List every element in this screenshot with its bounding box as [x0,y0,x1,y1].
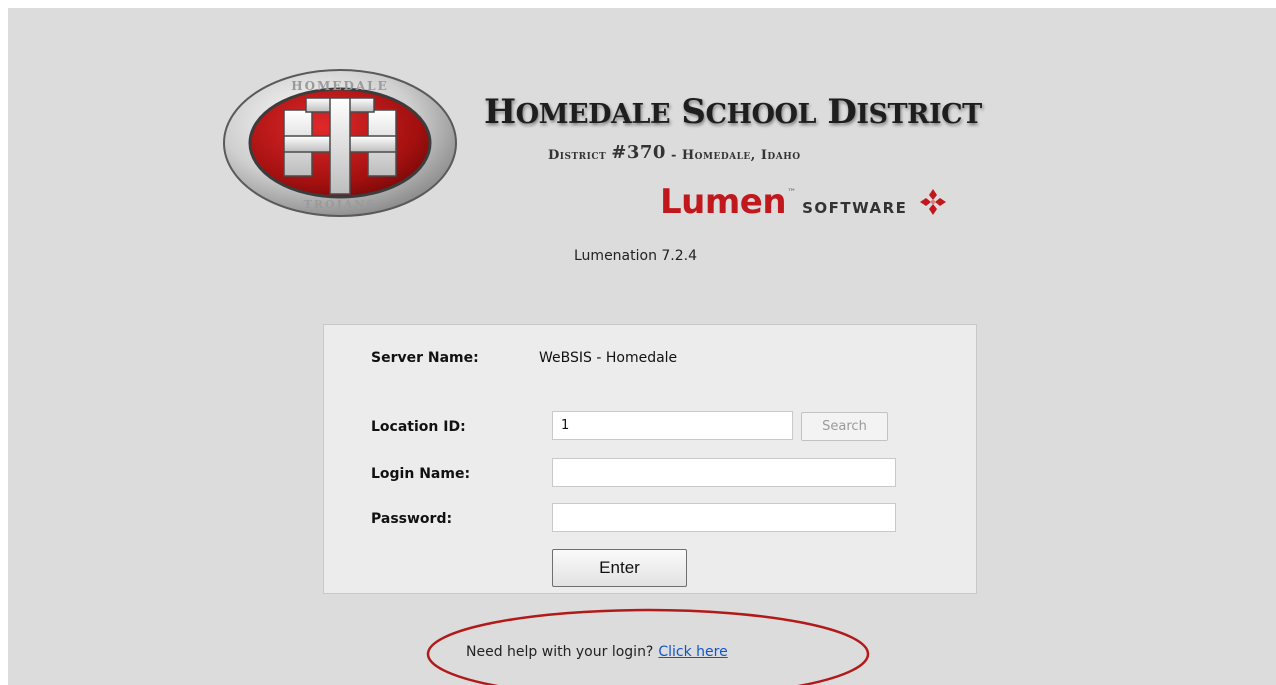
login-help-link[interactable]: Click here [658,644,727,660]
login-name-label: Login Name: [371,466,471,482]
location-id-label: Location ID: [371,419,466,435]
homedale-trojans-logo: HOMEDALE TROJANS [223,69,457,217]
district-title: HOMEDALE SCHOOL DISTRICT [484,92,982,132]
version-label: Lumenation 7.2.4 [574,248,698,264]
server-name-label: Server Name: [371,350,479,366]
logo-top-text: HOMEDALE [291,79,389,93]
login-panel: Server Name: WeBSIS - Homedale Location … [323,324,977,594]
page-background: HOMEDALE TROJANS HOMEDALE SCHOOL DISTRIC… [8,8,1276,685]
login-name-input[interactable] [552,458,896,487]
password-input[interactable] [552,503,896,532]
software-wordmark: SOFTWARE [802,199,908,217]
district-subtitle: District #370 - Homedale, Idaho [548,142,801,163]
trademark-symbol: ™ [787,188,797,198]
logo-bottom-text: TROJANS [304,198,377,211]
lumen-wordmark: Lumen [660,182,787,222]
login-help-text: Need help with your login? [466,644,654,660]
search-button[interactable]: Search [801,412,888,441]
password-label: Password: [371,511,453,527]
lumen-diamond-icon [920,189,947,215]
location-id-input[interactable]: 1 [552,411,793,440]
lumen-software-logo: Lumen™ SOFTWARE [660,182,948,226]
enter-button[interactable]: Enter [552,549,687,587]
district-header: HOMEDALE SCHOOL DISTRICT District #370 -… [484,92,1084,163]
login-help-line: Need help with your login? Click here [466,644,728,660]
server-name-value: WeBSIS - Homedale [539,350,678,366]
